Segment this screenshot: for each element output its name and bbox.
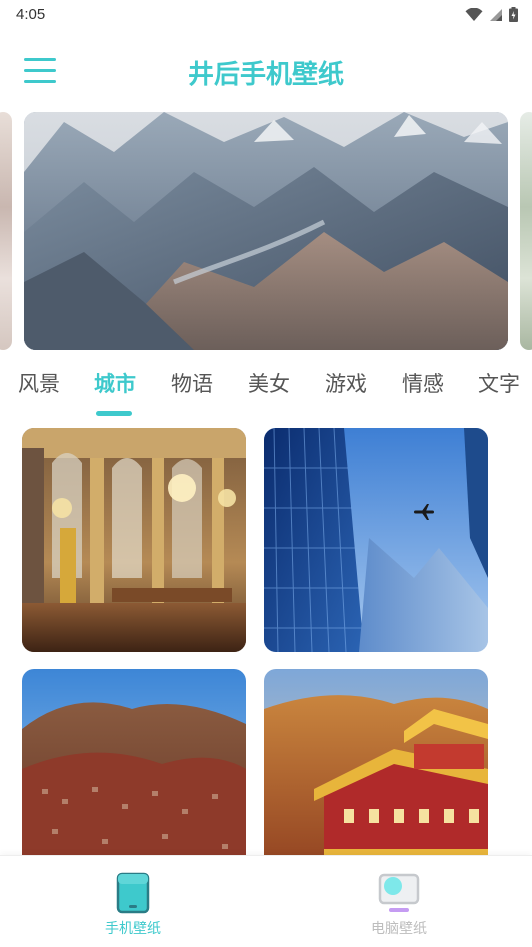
tab-beauty[interactable]: 美女 [248, 368, 290, 398]
tab-game[interactable]: 游戏 [325, 368, 367, 398]
status-time: 4:05 [16, 6, 46, 23]
nav-label-phone: 手机壁纸 [105, 921, 161, 937]
wallpaper-tile[interactable] [264, 669, 488, 855]
palace-hall-photo [22, 428, 246, 652]
tab-text[interactable]: 文字 [478, 368, 520, 398]
monitor-icon [378, 873, 420, 912]
tab-emotion[interactable]: 情感 [402, 368, 444, 398]
nav-phone-wallpapers[interactable]: 手机壁纸 [0, 856, 266, 947]
banner-image[interactable] [24, 112, 508, 350]
status-bar: 4:05 [0, 0, 532, 30]
category-tabs: 风景 城市 物语 美女 游戏 情感 文字 [0, 362, 532, 418]
active-tab-indicator [96, 411, 132, 416]
hillside-houses-photo [22, 669, 246, 855]
status-icons [465, 7, 518, 22]
skyscraper-photo [264, 428, 488, 652]
signal-icon [490, 8, 502, 21]
tab-story[interactable]: 物语 [171, 368, 213, 398]
wallpaper-tile[interactable] [264, 428, 488, 652]
wifi-icon [465, 7, 483, 21]
golden-temple-photo [264, 669, 488, 855]
wallpaper-tile[interactable] [22, 669, 246, 855]
mountain-valley-photo [24, 112, 508, 350]
tab-landscape[interactable]: 风景 [18, 368, 60, 398]
banner-carousel[interactable] [0, 112, 532, 350]
tab-city[interactable]: 城市 [94, 368, 136, 398]
banner-next-peek[interactable] [520, 112, 532, 350]
nav-pc-wallpapers[interactable]: 电脑壁纸 [266, 856, 532, 947]
banner-previous-peek[interactable] [0, 112, 12, 350]
phone-icon [116, 872, 150, 914]
app-header: 井后手机壁纸 [0, 40, 532, 104]
battery-icon [509, 7, 518, 22]
nav-label-pc: 电脑壁纸 [371, 921, 427, 937]
bottom-navigation: 手机壁纸 电脑壁纸 [0, 855, 532, 947]
page-title: 井后手机壁纸 [187, 60, 344, 90]
wallpaper-grid [0, 428, 532, 855]
wallpaper-tile[interactable] [22, 428, 246, 652]
